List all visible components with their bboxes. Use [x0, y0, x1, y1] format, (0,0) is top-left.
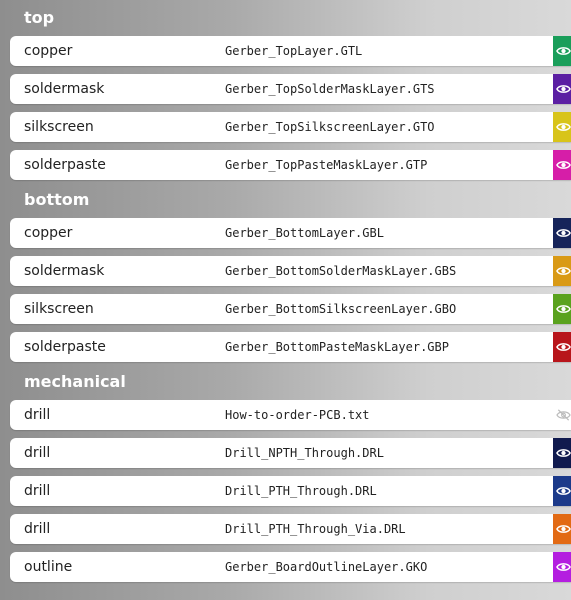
layer-rows: copper Gerber_BottomLayer.GBL soldermask Ge…: [0, 218, 571, 362]
file-name: Gerber_TopSolderMaskLayer.GTS: [225, 82, 435, 96]
layer-name: drill: [24, 483, 51, 499]
file-name: Drill_PTH_Through.DRL: [225, 484, 377, 498]
file-name: Gerber_TopPasteMaskLayer.GTP: [225, 158, 428, 172]
layer-row[interactable]: silkscreen Gerber_BottomSilkscreenLayer.G…: [10, 294, 571, 324]
layer-name: silkscreen: [24, 301, 94, 317]
layer-name: silkscreen: [24, 119, 94, 135]
layer-name: solderpaste: [24, 339, 106, 355]
section-title: bottom: [24, 190, 90, 209]
section-title: top: [24, 8, 55, 27]
layer-row[interactable]: drill Drill_PTH_Through.DRL: [10, 476, 571, 506]
layer-name: copper: [24, 225, 73, 241]
layer-name: outline: [24, 559, 73, 575]
layer-list: top copper Gerber_TopLayer.GTL soldermask Ge…: [0, 0, 571, 582]
file-name: Gerber_TopLayer.GTL: [225, 44, 363, 58]
layer-name: copper: [24, 43, 73, 59]
layer-row[interactable]: outline Gerber_BoardOutlineLayer.GKO: [10, 552, 571, 582]
eye-icon[interactable]: [553, 74, 571, 104]
layer-row[interactable]: soldermask Gerber_BottomSolderMaskLayer.G…: [10, 256, 571, 286]
file-name: Gerber_BottomSolderMaskLayer.GBS: [225, 264, 457, 278]
layer-rows: drill How-to-order-PCB.txt drill Drill_NPTH…: [0, 400, 571, 582]
layer-row[interactable]: drill How-to-order-PCB.txt: [10, 400, 571, 430]
layer-name: drill: [24, 445, 51, 461]
eye-icon[interactable]: [553, 294, 571, 324]
eye-icon[interactable]: [553, 552, 571, 582]
layer-row[interactable]: copper Gerber_TopLayer.GTL: [10, 36, 571, 66]
file-name: Gerber_BottomSilkscreenLayer.GBO: [225, 302, 457, 316]
file-name: How-to-order-PCB.txt: [225, 408, 370, 422]
layer-row[interactable]: copper Gerber_BottomLayer.GBL: [10, 218, 571, 248]
layer-row[interactable]: solderpaste Gerber_BottomPasteMaskLayer.G…: [10, 332, 571, 362]
layer-name: soldermask: [24, 81, 105, 97]
file-name: Drill_NPTH_Through.DRL: [225, 446, 384, 460]
eye-icon[interactable]: [553, 514, 571, 544]
layer-name: solderpaste: [24, 157, 106, 173]
eye-icon[interactable]: [553, 150, 571, 180]
layer-row[interactable]: drill Drill_NPTH_Through.DRL: [10, 438, 571, 468]
layer-row[interactable]: silkscreen Gerber_TopSilkscreenLayer.GTO: [10, 112, 571, 142]
layer-row[interactable]: solderpaste Gerber_TopPasteMaskLayer.GTP: [10, 150, 571, 180]
eye-icon[interactable]: [553, 218, 571, 248]
eye-off-icon[interactable]: [553, 400, 571, 430]
layer-rows: copper Gerber_TopLayer.GTL soldermask Gerbe…: [0, 36, 571, 180]
layer-row[interactable]: drill Drill_PTH_Through_Via.DRL: [10, 514, 571, 544]
section-bottom: bottom copper Gerber_BottomLayer.GBLsolder…: [0, 182, 571, 362]
eye-icon[interactable]: [553, 332, 571, 362]
section-top: top copper Gerber_TopLayer.GTL soldermask Ge…: [0, 0, 571, 180]
layer-name: drill: [24, 521, 51, 537]
file-name: Gerber_BottomLayer.GBL: [225, 226, 384, 240]
file-name: Drill_PTH_Through_Via.DRL: [225, 522, 406, 536]
eye-icon[interactable]: [553, 438, 571, 468]
eye-icon[interactable]: [553, 112, 571, 142]
layer-name: soldermask: [24, 263, 105, 279]
eye-icon[interactable]: [553, 256, 571, 286]
layer-row[interactable]: soldermask Gerber_TopSolderMaskLayer.GTS: [10, 74, 571, 104]
file-name: Gerber_BottomPasteMaskLayer.GBP: [225, 340, 449, 354]
file-name: Gerber_BoardOutlineLayer.GKO: [225, 560, 428, 574]
eye-icon[interactable]: [553, 476, 571, 506]
eye-icon[interactable]: [553, 36, 571, 66]
layer-name: drill: [24, 407, 51, 423]
section-mechanical: mechanical drill How-to-order-PCB.txt drill…: [0, 364, 571, 582]
file-name: Gerber_TopSilkscreenLayer.GTO: [225, 120, 435, 134]
section-title: mechanical: [24, 372, 126, 391]
